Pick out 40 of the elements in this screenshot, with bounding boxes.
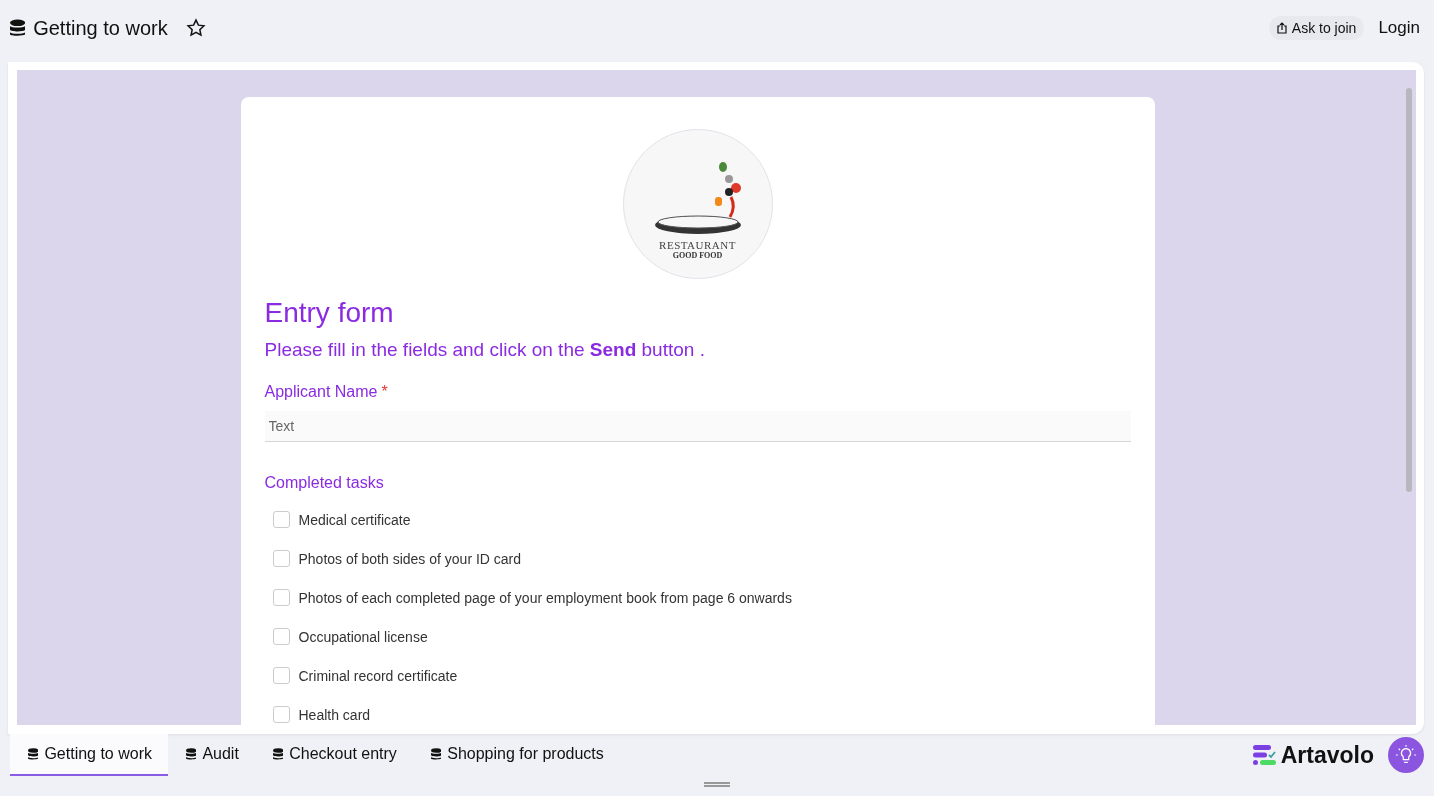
required-mark: *	[381, 383, 388, 401]
form-title: Entry form	[264, 297, 395, 329]
login-button[interactable]: Login	[1374, 18, 1424, 38]
ask-to-join-button[interactable]: Ask to join	[1268, 16, 1365, 40]
checkbox-label: Photos of each completed page of your employment book from page 6 onwards	[298, 589, 792, 606]
checkbox[interactable]	[272, 706, 290, 723]
checkbox[interactable]	[272, 589, 290, 606]
database-icon	[430, 747, 442, 761]
logo-name: RESTAURANT	[659, 239, 736, 251]
star-icon[interactable]	[185, 18, 206, 38]
checkbox[interactable]	[272, 550, 290, 567]
form-instructions: Please fill in the fields and click on the Send button .	[264, 339, 706, 361]
page-title: Getting to work	[33, 16, 168, 40]
idea-button[interactable]	[1388, 737, 1424, 773]
checkbox-label: Criminal record certificate	[298, 667, 458, 684]
checkbox-label: Photos of both sides of your ID card	[298, 550, 522, 567]
field-label: Applicant Name	[264, 383, 378, 401]
database-icon	[186, 747, 197, 761]
database-icon	[10, 18, 26, 38]
checkbox-label: Medical certificate	[298, 511, 411, 528]
sheet-tab[interactable]: Getting to work	[10, 734, 168, 776]
database-icon	[272, 747, 284, 761]
sheet-tab[interactable]: Shopping for products	[412, 734, 620, 776]
checkbox-label: Occupational license	[298, 628, 428, 645]
checkbox[interactable]	[272, 667, 290, 684]
brand-logo-icon	[1252, 744, 1277, 766]
scrollbar[interactable]	[1406, 88, 1412, 492]
checkbox-label: Health card	[298, 706, 371, 723]
field-label: Completed tasks	[264, 474, 384, 492]
database-icon	[28, 747, 39, 761]
sheet-tab[interactable]: Checkout entry	[254, 734, 413, 776]
resize-handle[interactable]	[704, 782, 730, 787]
applicant-name-field[interactable]: Text	[264, 411, 1131, 442]
sheet-tab[interactable]: Audit	[168, 734, 255, 776]
logo-tagline: GOOD FOOD	[672, 251, 723, 260]
checkbox[interactable]	[272, 628, 290, 645]
share-icon	[1276, 22, 1287, 34]
lightbulb-icon	[1395, 744, 1417, 766]
brand-name: Artavolo	[1280, 741, 1374, 769]
checkbox[interactable]	[272, 511, 290, 528]
